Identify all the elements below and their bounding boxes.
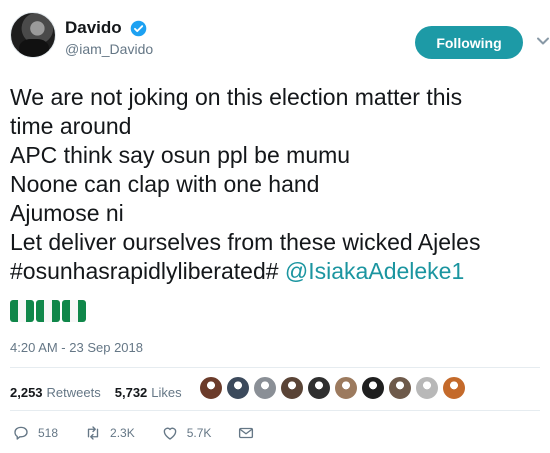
retweets-label[interactable]: Retweets xyxy=(47,385,101,400)
direct-message-button[interactable] xyxy=(237,424,263,442)
tweet-stats: 2,253 Retweets 5,732 Likes xyxy=(10,382,196,402)
user-avatar[interactable] xyxy=(10,12,56,58)
likers-avatars xyxy=(199,376,469,400)
liker-avatar[interactable] xyxy=(388,376,412,400)
liker-avatar[interactable] xyxy=(415,376,439,400)
tweet-line: APC think say osun ppl be mumu xyxy=(10,142,351,168)
tweet-text: We are not joking on this election matte… xyxy=(10,83,546,286)
tweet-timestamp[interactable]: 4:20 AM - 23 Sep 2018 xyxy=(10,340,143,355)
emoji-row xyxy=(10,300,86,322)
liker-avatar[interactable] xyxy=(226,376,250,400)
nigeria-flag-icon xyxy=(36,300,60,322)
user-name-block[interactable]: Davido @iam_Davido xyxy=(65,18,153,57)
heart-icon xyxy=(163,427,177,440)
tweet-header: Davido @iam_Davido Following xyxy=(10,12,549,64)
retweet-count: 2.3K xyxy=(110,426,135,440)
liker-avatar[interactable] xyxy=(334,376,358,400)
envelope-icon xyxy=(239,427,254,439)
liker-avatar[interactable] xyxy=(361,376,385,400)
divider xyxy=(10,410,540,411)
reply-button[interactable]: 518 xyxy=(12,424,58,442)
like-button[interactable]: 5.7K xyxy=(161,424,212,442)
chevron-down-icon[interactable] xyxy=(534,32,550,50)
tweet-actions: 518 2.3K 5.7K xyxy=(12,424,289,442)
user-handle[interactable]: @iam_Davido xyxy=(65,41,153,57)
like-count: 5.7K xyxy=(186,426,212,440)
reply-count: 518 xyxy=(38,426,59,440)
following-button[interactable]: Following xyxy=(415,26,523,59)
tweet-line: Ajumose ni xyxy=(10,200,124,226)
tweet-line: Let deliver ourselves from these wicked … xyxy=(10,229,481,255)
retweets-count[interactable]: 2,253 xyxy=(10,385,43,400)
liker-avatar[interactable] xyxy=(307,376,331,400)
tweet-line: time around xyxy=(10,113,132,139)
tweet-line: Noone can clap with one hand xyxy=(10,171,320,197)
tweet-line-hashtag-mention: #osunhasrapidlyliberated# @IsiakaAdeleke… xyxy=(10,257,546,286)
reply-icon xyxy=(14,426,28,440)
verified-badge-icon xyxy=(130,20,147,36)
divider xyxy=(10,367,540,368)
display-name[interactable]: Davido xyxy=(65,18,122,38)
retweet-button[interactable]: 2.3K xyxy=(84,424,135,442)
liker-avatar[interactable] xyxy=(442,376,466,400)
liker-avatar[interactable] xyxy=(199,376,223,400)
hashtag-text: #osunhasrapidlyliberated# xyxy=(10,258,279,284)
nigeria-flag-icon xyxy=(10,300,34,322)
mention-link[interactable]: @IsiakaAdeleke1 xyxy=(285,258,464,284)
liker-avatar[interactable] xyxy=(253,376,277,400)
nigeria-flag-icon xyxy=(62,300,86,322)
liker-avatar[interactable] xyxy=(280,376,304,400)
likes-count[interactable]: 5,732 xyxy=(115,385,148,400)
retweet-icon xyxy=(87,426,99,440)
likes-label[interactable]: Likes xyxy=(151,385,181,400)
tweet-line: We are not joking on this election matte… xyxy=(10,84,463,110)
